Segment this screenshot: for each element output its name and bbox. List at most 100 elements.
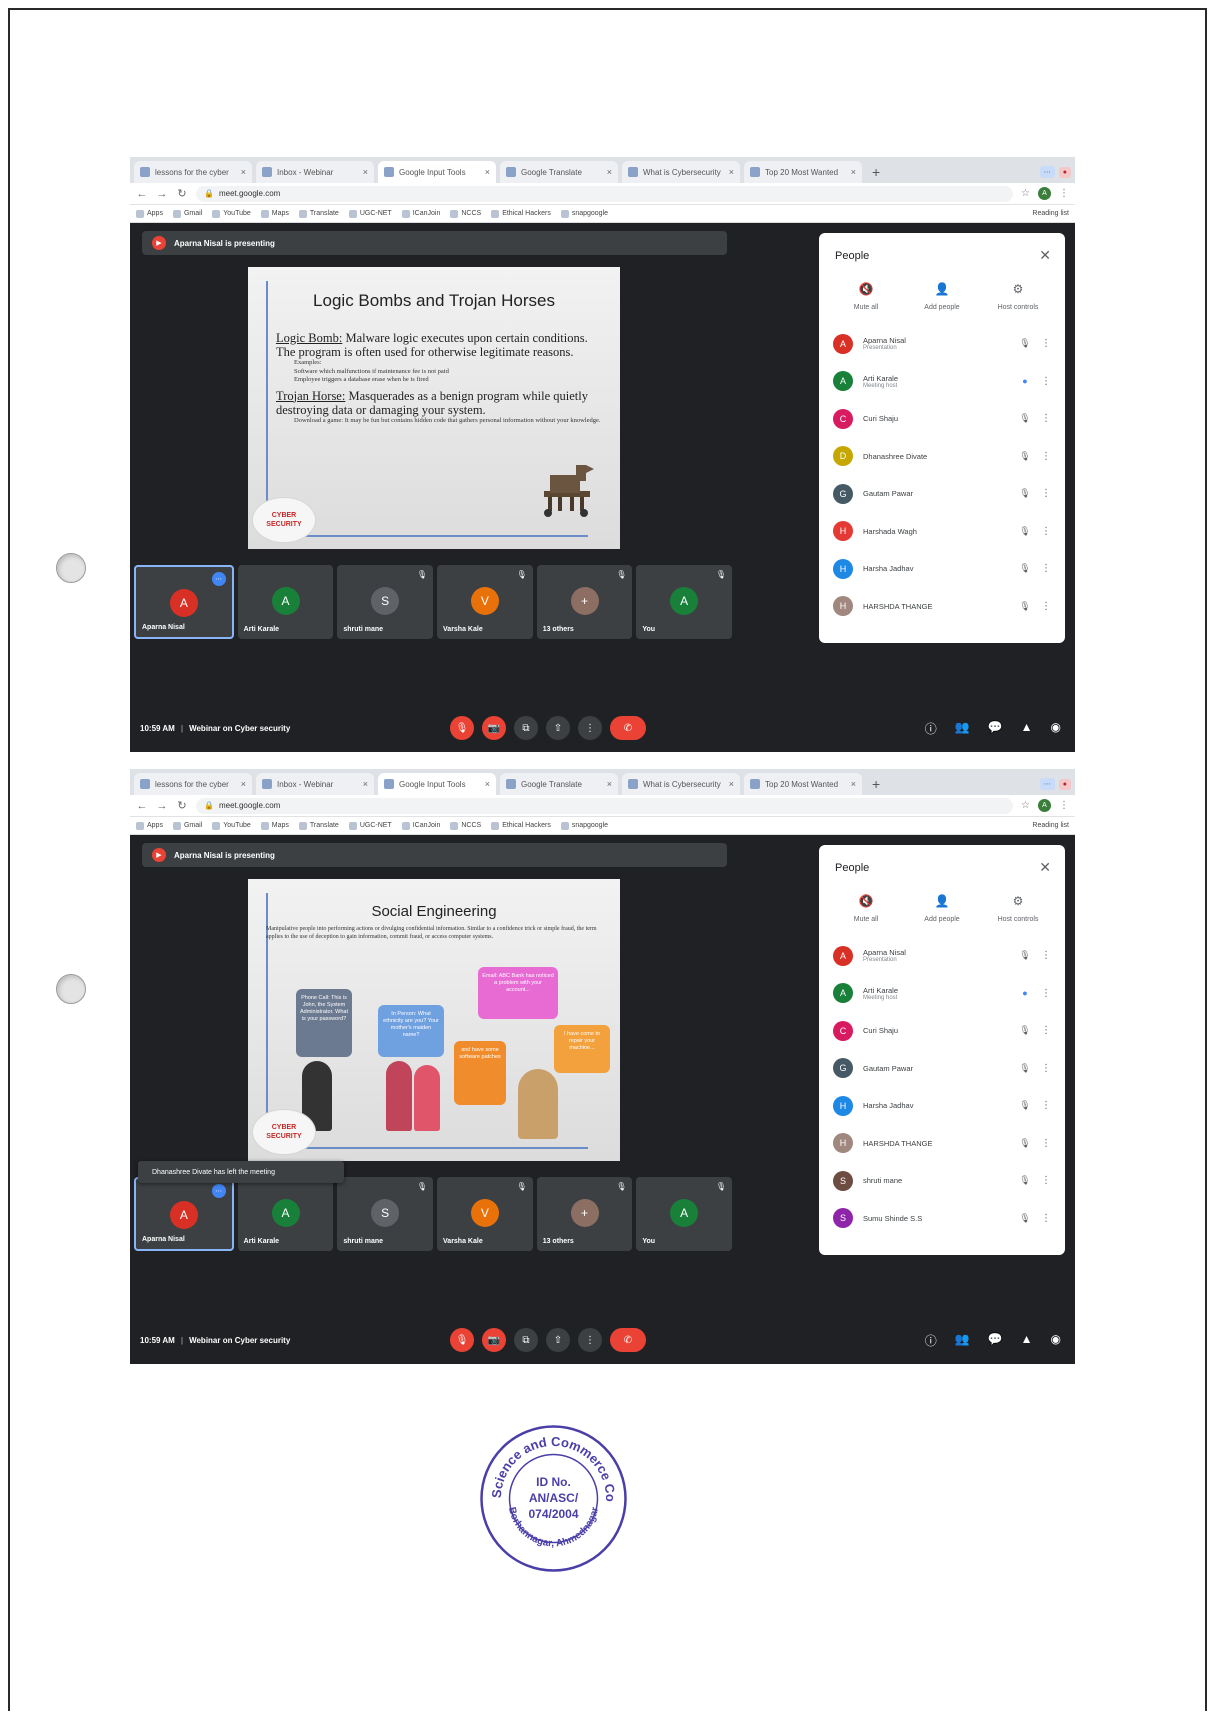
more-vert-icon[interactable]: ⋮	[1039, 1063, 1053, 1074]
bookmark-item[interactable]: Maps	[260, 821, 289, 830]
browser-tab[interactable]: lessons for the cyber ×	[134, 773, 252, 795]
bookmark-star-icon[interactable]: ☆	[1021, 188, 1030, 199]
mic-off-icon[interactable]: 🎙	[1011, 526, 1039, 537]
record-chip-icon[interactable]: ●	[1058, 778, 1071, 790]
more-vert-icon[interactable]: ⋮	[1039, 526, 1053, 537]
more-vert-icon[interactable]: ⋮	[1039, 563, 1053, 574]
more-vert-icon[interactable]: ⋮	[1039, 376, 1053, 387]
more-options-icon[interactable]: ⋮	[578, 1328, 602, 1352]
tab-close-icon[interactable]: ×	[729, 167, 734, 177]
reload-icon[interactable]: ↻	[176, 799, 188, 812]
bookmark-item[interactable]: Apps	[136, 821, 163, 830]
browser-tab[interactable]: Top 20 Most Wanted ×	[744, 773, 862, 795]
url-field[interactable]: 🔒 meet.google.com	[196, 185, 1014, 202]
participant-tile[interactable]: A You 🎙	[636, 565, 733, 639]
tab-close-icon[interactable]: ×	[241, 779, 246, 789]
mic-off-icon[interactable]: 🎙	[1011, 1063, 1039, 1074]
participant-row[interactable]: A Aparna Nisal Presentation 🎙 ⋮	[819, 937, 1065, 975]
profile-chip[interactable]: ⋯	[1039, 166, 1055, 178]
reading-list-button[interactable]: Reading list	[1032, 822, 1069, 829]
bookmark-item[interactable]: NCCS	[450, 209, 481, 218]
browser-tab[interactable]: What is Cybersecurity ×	[622, 161, 740, 183]
participant-row[interactable]: C Curi Shaju 🎙 ⋮	[819, 1012, 1065, 1050]
participant-row[interactable]: C Curi Shaju 🎙 ⋮	[819, 400, 1065, 438]
browser-tab[interactable]: Google Input Tools ×	[378, 161, 496, 183]
captions-icon[interactable]: ⧉	[514, 716, 538, 740]
browser-tab[interactable]: Inbox - Webinar ×	[256, 773, 374, 795]
participant-tile[interactable]: A Aparna Nisal ⋯	[134, 565, 234, 639]
participant-row[interactable]: H Harsha Jadhav 🎙 ⋮	[819, 1087, 1065, 1125]
mic-off-icon[interactable]: 🎙	[1011, 1100, 1039, 1111]
more-vert-icon[interactable]: ⋮	[1039, 1138, 1053, 1149]
new-tab-button[interactable]: +	[866, 773, 886, 795]
camera-toggle-icon[interactable]: 📷	[482, 716, 506, 740]
bookmark-item[interactable]: Apps	[136, 209, 163, 218]
mute-all-button[interactable]: 🔇 Mute all	[829, 282, 903, 311]
more-vert-icon[interactable]: ⋮	[1039, 338, 1053, 349]
more-options-icon[interactable]: ⋮	[578, 716, 602, 740]
tab-close-icon[interactable]: ×	[363, 167, 368, 177]
more-vert-icon[interactable]: ⋮	[1039, 1025, 1053, 1036]
participant-tile[interactable]: A You 🎙	[636, 1177, 733, 1251]
host-controls-button[interactable]: ⚙ Host controls	[981, 282, 1055, 311]
url-field[interactable]: 🔒 meet.google.com	[196, 797, 1014, 814]
mic-off-icon[interactable]: 🎙	[1011, 413, 1039, 424]
mute-all-button[interactable]: 🔇 Mute all	[829, 894, 903, 923]
more-vert-icon[interactable]: ⋮	[1039, 1213, 1053, 1224]
add-people-button[interactable]: 👤 Add people	[905, 894, 979, 923]
participant-row[interactable]: H HARSHDA THANGE 🎙 ⋮	[819, 588, 1065, 626]
browser-tab[interactable]: Top 20 Most Wanted ×	[744, 161, 862, 183]
participant-row[interactable]: S Sumu Shinde S.S 🎙 ⋮	[819, 1200, 1065, 1238]
participant-row[interactable]: H Harsha Jadhav 🎙 ⋮	[819, 550, 1065, 588]
browser-tab[interactable]: What is Cybersecurity ×	[622, 773, 740, 795]
bookmark-item[interactable]: UGC-NET	[348, 209, 392, 218]
mic-toggle-icon[interactable]: 🎙	[450, 716, 474, 740]
bookmark-item[interactable]: NCCS	[450, 821, 481, 830]
more-vert-icon[interactable]: ⋮	[1039, 488, 1053, 499]
bookmark-item[interactable]: Gmail	[172, 209, 202, 218]
tab-close-icon[interactable]: ×	[485, 167, 490, 177]
participant-tile[interactable]: A Aparna Nisal ⋯	[134, 1177, 234, 1251]
tab-close-icon[interactable]: ×	[607, 167, 612, 177]
captions-icon[interactable]: ⧉	[514, 1328, 538, 1352]
browser-tab[interactable]: Google Translate ×	[500, 161, 618, 183]
participant-row[interactable]: H Harshada Wagh 🎙 ⋮	[819, 513, 1065, 551]
activities-icon[interactable]: ▲	[1021, 720, 1033, 737]
bookmark-item[interactable]: YouTube	[212, 209, 251, 218]
chat-icon[interactable]: 💬	[988, 1332, 1003, 1349]
browser-tab[interactable]: Google Input Tools ×	[378, 773, 496, 795]
tab-close-icon[interactable]: ×	[729, 779, 734, 789]
mic-live-icon[interactable]: ●	[1011, 988, 1039, 998]
activities-icon[interactable]: ▲	[1021, 1332, 1033, 1349]
hang-up-icon[interactable]: ✆	[610, 716, 646, 740]
back-icon[interactable]: ←	[136, 800, 148, 812]
back-icon[interactable]: ←	[136, 188, 148, 200]
mic-off-icon[interactable]: 🎙	[1011, 488, 1039, 499]
more-vert-icon[interactable]: ⋮	[1039, 950, 1053, 961]
participant-row[interactable]: A Arti Karale Meeting host ● ⋮	[819, 363, 1065, 401]
participant-tile[interactable]: A Arti Karale	[237, 1177, 334, 1251]
host-controls-icon[interactable]: ◉	[1051, 1332, 1061, 1349]
tab-close-icon[interactable]: ×	[241, 167, 246, 177]
mic-toggle-icon[interactable]: 🎙	[450, 1328, 474, 1352]
present-screen-icon[interactable]: ⇧	[546, 1328, 570, 1352]
browser-tab[interactable]: lessons for the cyber ×	[134, 161, 252, 183]
forward-icon[interactable]: →	[156, 800, 168, 812]
profile-avatar[interactable]: A	[1038, 799, 1051, 812]
bookmark-item[interactable]: UGC-NET	[348, 821, 392, 830]
host-controls-icon[interactable]: ◉	[1051, 720, 1061, 737]
participant-tile[interactable]: Sshruti mane 🎙	[337, 1177, 434, 1251]
more-vert-icon[interactable]: ⋮	[1039, 451, 1053, 462]
browser-menu-icon[interactable]: ⋮	[1059, 188, 1069, 199]
people-icon[interactable]: 👥	[955, 720, 970, 737]
meeting-details-icon[interactable]: ⓘ	[925, 720, 937, 737]
bookmark-item[interactable]: Ethical Hackers	[491, 209, 551, 218]
browser-tab[interactable]: Google Translate ×	[500, 773, 618, 795]
tab-close-icon[interactable]: ×	[851, 167, 856, 177]
participant-tile[interactable]: V Varsha Kale 🎙	[437, 1177, 533, 1251]
participant-tile[interactable]: Sshruti mane 🎙	[337, 565, 434, 639]
people-icon[interactable]: 👥	[955, 1332, 970, 1349]
reload-icon[interactable]: ↻	[176, 187, 188, 200]
browser-tab[interactable]: Inbox - Webinar ×	[256, 161, 374, 183]
participant-row[interactable]: A Aparna Nisal Presentation 🎙 ⋮	[819, 325, 1065, 363]
